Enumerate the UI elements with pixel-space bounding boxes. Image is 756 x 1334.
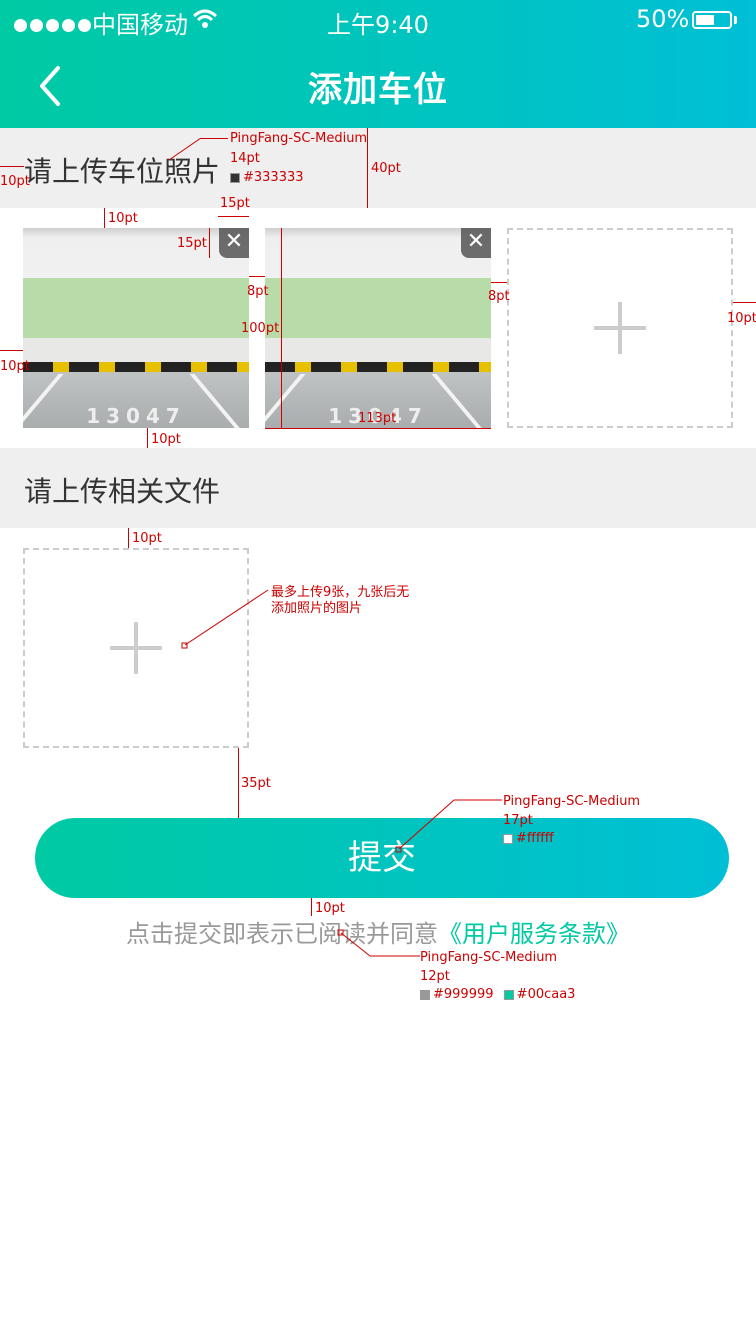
annotation-upload-note-2: 添加照片的图片: [271, 601, 363, 616]
parking-photo-thumbnail[interactable]: 13047: [23, 228, 249, 428]
annotation-15pt-width: 15pt: [220, 196, 250, 211]
annotation-font-button: PingFang-SC-Medium: [503, 794, 641, 809]
annotation-dimension: [0, 350, 23, 351]
annotation-8pt-b: 8pt: [488, 289, 510, 304]
annotation-10pt-left2: 10pt: [0, 359, 30, 374]
terms-link[interactable]: 《用户服务条款》: [438, 920, 630, 948]
annotation-size-agree: 12pt: [420, 969, 450, 984]
annotation-leader: [168, 138, 202, 161]
submit-button[interactable]: 提交: [35, 818, 729, 898]
page-title: 添加车位: [308, 70, 448, 110]
annotation-15pt-height: 15pt: [177, 236, 207, 251]
app-header: 中国移动 上午9:40 50% 添加车位: [0, 0, 756, 128]
battery-percent: 50%: [636, 5, 690, 33]
battery-tip: [734, 16, 737, 24]
plus-icon: [110, 622, 162, 674]
annotation-size-button: 17pt: [503, 813, 533, 828]
annotation-dimension: [491, 282, 507, 283]
files-section-header: 请上传相关文件: [0, 448, 756, 528]
annotation-dimension: [209, 228, 210, 258]
annotation-113pt: 113pt: [358, 411, 397, 426]
annotation-dimension: [0, 166, 24, 167]
annotation-font-heading: PingFang-SC-Medium: [230, 131, 368, 146]
photo-plate-number: 13047: [86, 404, 186, 428]
annotation-dimension: [128, 528, 129, 548]
annotation-10pt-agree: 10pt: [315, 901, 345, 916]
annotation-dimension: [147, 428, 148, 448]
annotation-35pt: 35pt: [241, 776, 271, 791]
add-photo-button[interactable]: [507, 228, 733, 428]
annotation-10pt-bottom: 10pt: [151, 432, 181, 447]
annotation-dimension: [367, 128, 368, 208]
annotation-color-button: #ffffff: [503, 830, 554, 848]
annotation-dimension: [238, 748, 239, 818]
annotation-10pt-top: 10pt: [108, 211, 138, 226]
annotation-dimension: [311, 898, 312, 916]
annotation-dimension: [218, 216, 249, 217]
annotation-40pt: 40pt: [371, 161, 401, 176]
status-bar: 中国移动 上午9:40 50%: [0, 0, 756, 40]
annotation-color-agree: #999999 #00caa3: [420, 986, 575, 1004]
plus-icon: [594, 302, 646, 354]
battery-icon: [692, 11, 732, 29]
annotation-size-heading: 14pt: [230, 151, 260, 166]
annotation-dimension: [733, 302, 756, 303]
annotation-8pt-a: 8pt: [247, 284, 269, 299]
annotation-leader: [181, 589, 269, 649]
annotation-dimension: [249, 276, 265, 277]
annotation-100pt: 100pt: [241, 321, 280, 336]
annotation-dimension: [281, 228, 282, 428]
annotation-leader: [395, 799, 502, 853]
annotation-dimension: [265, 428, 491, 429]
annotation-dimension: [104, 208, 105, 228]
parking-photo-thumbnail[interactable]: 13047: [265, 228, 491, 428]
delete-photo-button[interactable]: ✕: [219, 228, 249, 258]
screen: 中国移动 上午9:40 50% 添加车位 请上传车位照片 13047 ✕ 130…: [0, 0, 756, 1334]
files-section-title: 请上传相关文件: [24, 475, 221, 508]
delete-photo-button[interactable]: ✕: [461, 228, 491, 258]
annotation-color-heading: #333333: [230, 169, 304, 187]
annotation-10pt-right: 10pt: [727, 311, 756, 326]
annotation-10pt-left: 10pt: [0, 174, 30, 189]
annotation-font-agree: PingFang-SC-Medium: [420, 950, 558, 965]
annotation-10pt-files: 10pt: [132, 531, 162, 546]
annotation-leader: [337, 929, 420, 957]
